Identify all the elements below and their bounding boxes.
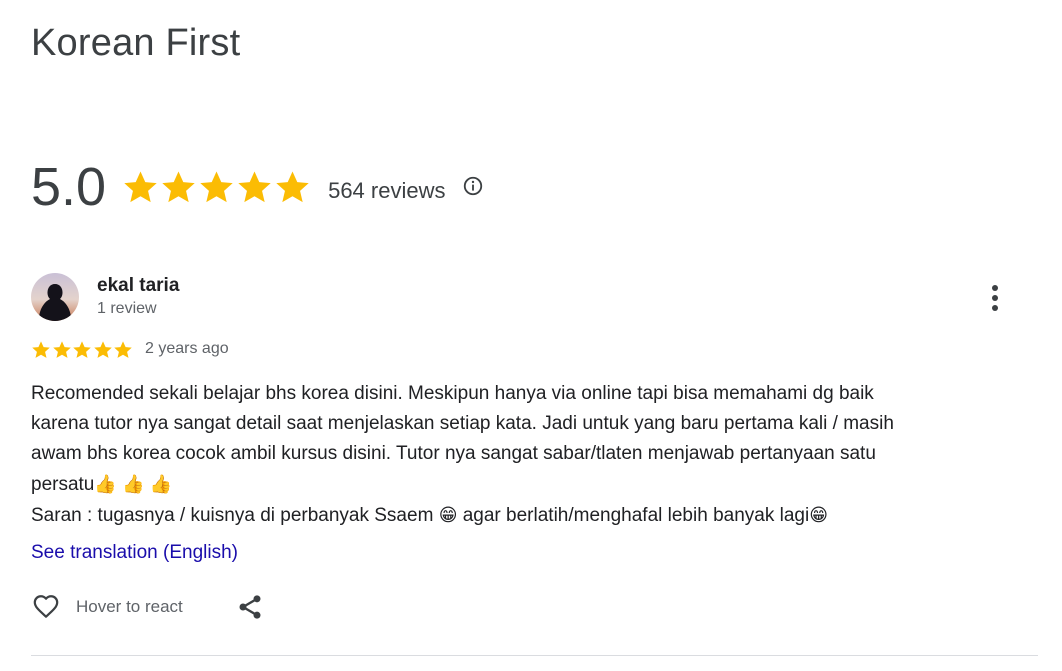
avatar[interactable] bbox=[31, 273, 79, 321]
grin-emoji: 😁 bbox=[809, 505, 828, 525]
reviewer-review-count: 1 review bbox=[97, 300, 157, 317]
info-icon[interactable] bbox=[462, 175, 484, 197]
review-text-line: Recomended sekali belajar bhs korea disi… bbox=[31, 383, 874, 404]
star-icon bbox=[276, 170, 309, 202]
share-icon[interactable] bbox=[236, 593, 264, 621]
star-icon bbox=[93, 341, 112, 358]
rating-summary: 5.0 564 reviews bbox=[31, 152, 484, 222]
star-icon bbox=[162, 170, 195, 202]
place-title: Korean First bbox=[31, 22, 241, 64]
review-text-line: awam bhs korea cocok ambil kursus disini… bbox=[31, 443, 876, 464]
star-icon bbox=[200, 170, 233, 202]
star-icon bbox=[238, 170, 271, 202]
star-icon bbox=[32, 341, 50, 358]
thumbs-up-emoji: 👍 bbox=[149, 474, 173, 494]
thumbs-up-emoji: 👍 bbox=[94, 474, 117, 494]
heart-icon[interactable] bbox=[31, 593, 61, 621]
star-icon bbox=[73, 341, 91, 358]
rating-score: 5.0 bbox=[31, 157, 107, 217]
reviewer-name[interactable]: ekal taria bbox=[97, 275, 179, 297]
star-icon bbox=[124, 170, 157, 202]
review-text-segment: Saran : tugasnya / kuisnya di perbanyak … bbox=[31, 505, 434, 526]
rating-stars bbox=[122, 169, 312, 206]
react-label[interactable]: Hover to react bbox=[76, 597, 183, 617]
review-text-line: Saran : tugasnya / kuisnya di perbanyak … bbox=[31, 500, 1031, 531]
star-icon bbox=[114, 341, 132, 358]
review-text-segment: persatu bbox=[31, 474, 95, 495]
divider bbox=[31, 655, 1038, 656]
review-count[interactable]: 564 reviews bbox=[328, 178, 445, 204]
thumbs-up-emoji: 👍 bbox=[122, 474, 145, 494]
review-date: 2 years ago bbox=[145, 340, 229, 357]
more-options-icon[interactable] bbox=[983, 282, 1007, 314]
review-text-line: karena tutor nya sangat detail saat menj… bbox=[31, 413, 894, 434]
see-translation-link[interactable]: See translation (English) bbox=[31, 542, 238, 564]
review-text: Recomended sekali belajar bhs korea disi… bbox=[31, 379, 1031, 531]
star-icon bbox=[52, 341, 71, 358]
review-text-line: persatu👍 👍 👍 bbox=[31, 469, 1031, 500]
review-stars bbox=[31, 340, 134, 360]
review-text-segment: agar berlatih/menghafal lebih banyak lag… bbox=[462, 505, 810, 526]
grin-emoji: 😁 bbox=[438, 505, 458, 525]
